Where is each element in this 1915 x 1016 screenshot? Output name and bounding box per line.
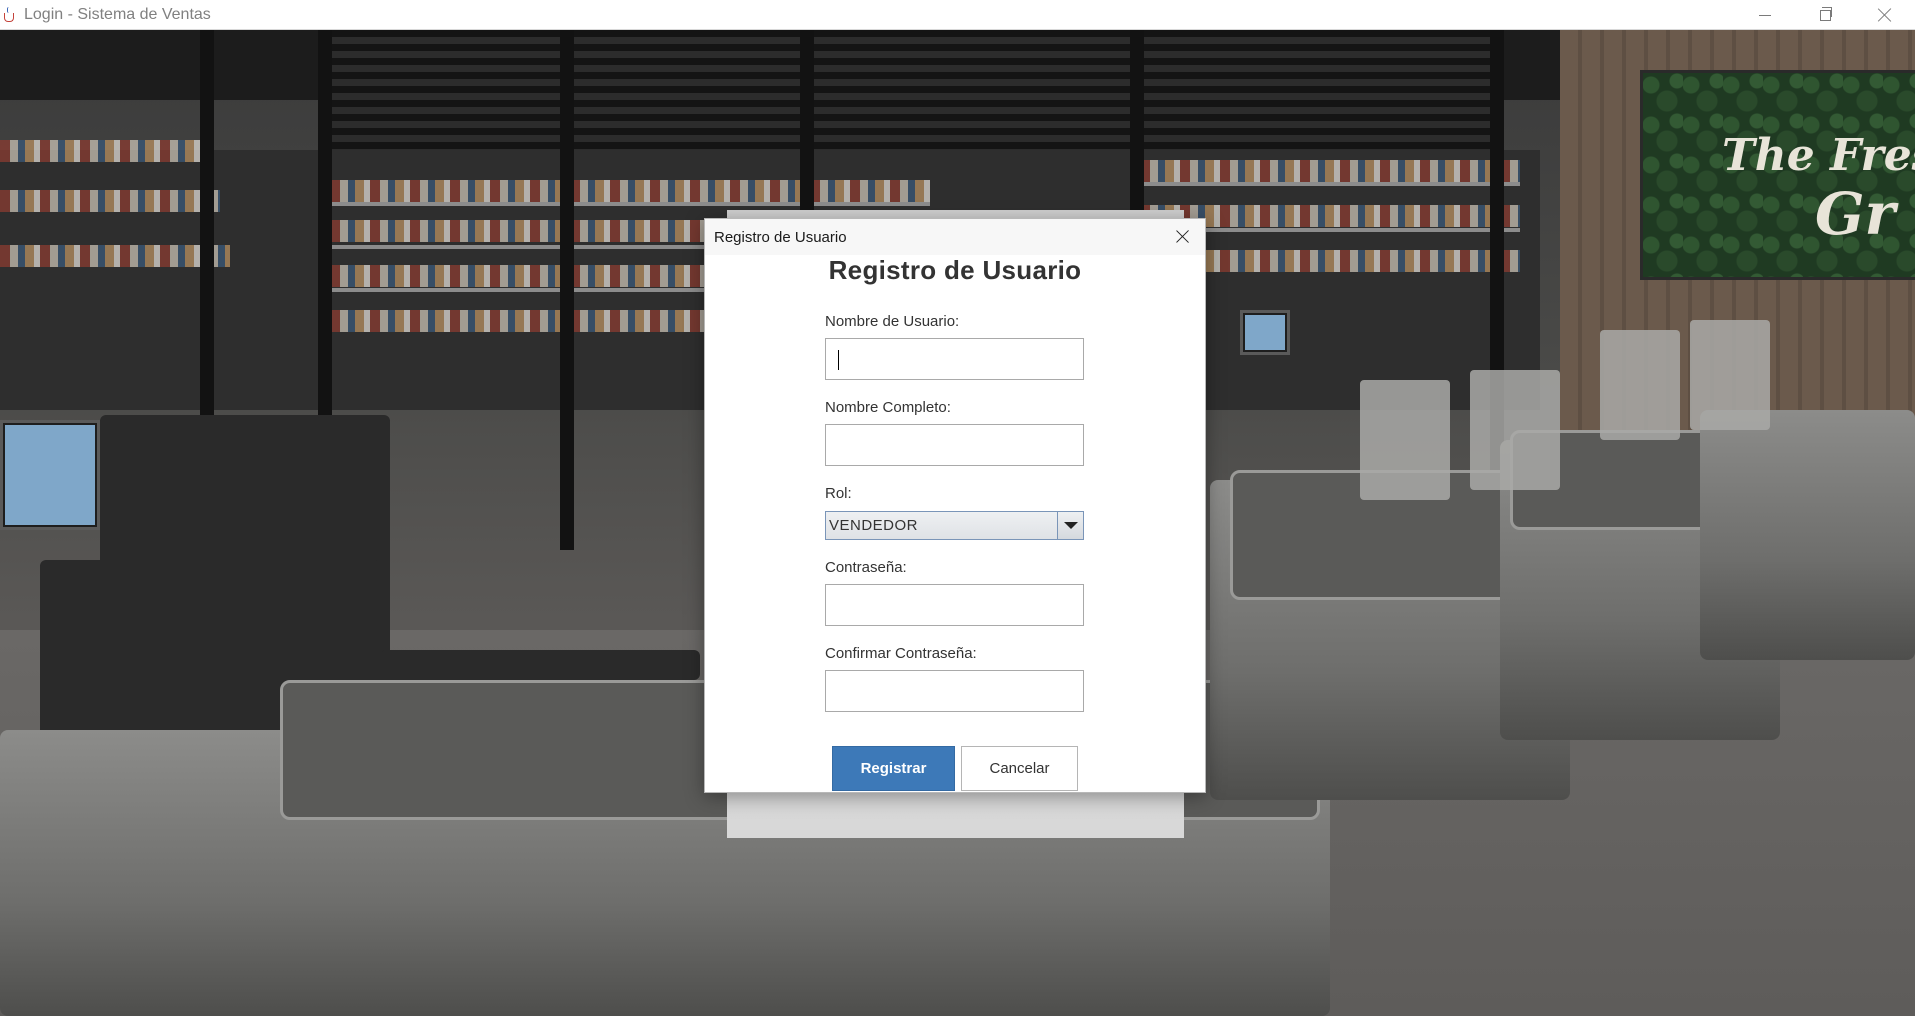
store-sign-text: The Fres (1722, 130, 1915, 181)
window-title: Login - Sistema de Ventas (24, 5, 211, 23)
username-input[interactable] (825, 338, 1084, 380)
password-label: Contraseña: (825, 559, 907, 576)
role-select[interactable]: VENDEDOR (825, 511, 1084, 540)
role-select-value: VENDEDOR (829, 517, 919, 534)
main-window-titlebar[interactable]: Login - Sistema de Ventas (0, 0, 1915, 30)
close-icon (1176, 230, 1190, 244)
fullname-label: Nombre Completo: (825, 399, 951, 416)
maximize-button[interactable] (1795, 0, 1855, 30)
role-label: Rol: (825, 485, 852, 502)
close-icon (1878, 8, 1892, 22)
java-cup-icon (2, 6, 18, 23)
dialog-titlebar[interactable]: Registro de Usuario (705, 219, 1205, 255)
username-label: Nombre de Usuario: (825, 313, 960, 330)
close-window-button[interactable] (1855, 0, 1915, 30)
ceiling-slats (330, 30, 1490, 170)
dialog-title: Registro de Usuario (714, 228, 847, 246)
minimize-button[interactable] (1735, 0, 1795, 30)
fullname-input[interactable] (825, 424, 1084, 466)
chevron-down-icon (1063, 522, 1078, 529)
text-cursor (838, 350, 839, 370)
restore-icon (1819, 6, 1832, 21)
store-sign-text-2: Gr (1815, 180, 1896, 248)
password-input[interactable] (825, 584, 1084, 626)
register-button[interactable]: Registrar (832, 746, 955, 791)
dialog-heading: Registro de Usuario (828, 255, 1082, 285)
dialog-close-button[interactable] (1169, 224, 1197, 250)
cancel-button[interactable]: Cancelar (961, 746, 1078, 791)
role-dropdown-button[interactable] (1057, 512, 1083, 539)
register-dialog: Registro de Usuario Registro de Usuario … (704, 218, 1206, 793)
confirm-password-input[interactable] (825, 670, 1084, 712)
confirm-password-label: Confirmar Contraseña: (825, 645, 977, 662)
minimize-icon (1759, 14, 1771, 16)
window-controls (1735, 0, 1915, 30)
